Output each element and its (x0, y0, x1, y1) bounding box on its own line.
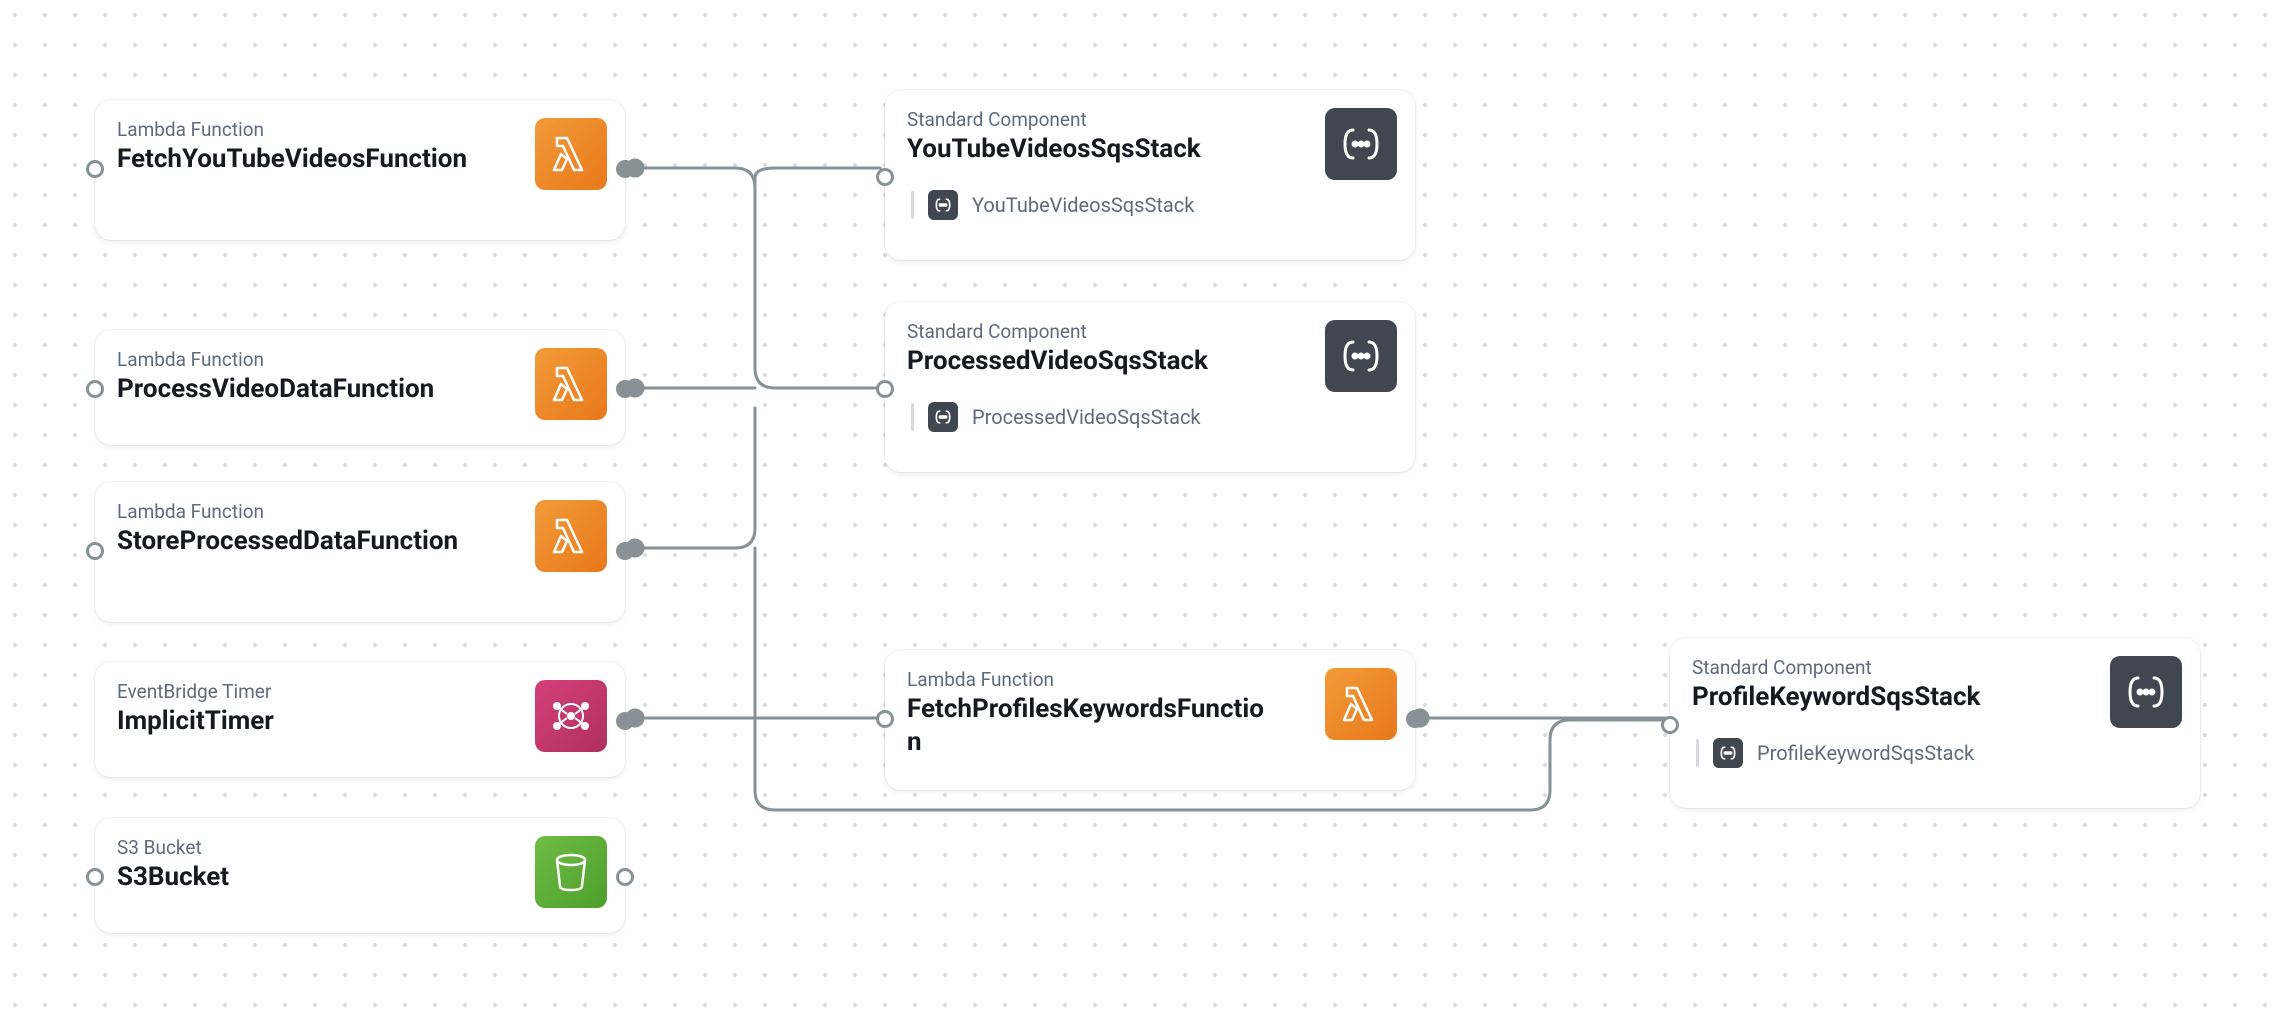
node-title: FetchYouTubeVideosFunction (117, 143, 487, 176)
node-processed-video-sqs-stack[interactable]: Standard Component ProcessedVideoSqsStac… (885, 302, 1415, 472)
s3-icon (535, 836, 607, 908)
node-title: ImplicitTimer (117, 705, 487, 738)
node-title: S3Bucket (117, 861, 487, 894)
node-s3-bucket[interactable]: S3 Bucket S3Bucket (95, 818, 625, 933)
node-process-video-data[interactable]: Lambda Function ProcessVideoDataFunction (95, 330, 625, 445)
node-type-label: Standard Component (907, 320, 1393, 343)
standard-component-icon (1325, 108, 1397, 180)
node-title: ProcessVideoDataFunction (117, 373, 487, 406)
sub-component: ProcessedVideoSqsStack (907, 402, 1393, 432)
node-type-label: Standard Component (907, 108, 1393, 131)
node-implicit-timer[interactable]: EventBridge Timer ImplicitTimer (95, 662, 625, 777)
standard-component-icon (928, 190, 958, 220)
node-title: ProfileKeywordSqsStack (1692, 681, 2062, 714)
sub-label: ProfileKeywordSqsStack (1757, 741, 1974, 765)
input-port[interactable] (86, 380, 104, 398)
node-youtube-sqs-stack[interactable]: Standard Component YouTubeVideosSqsStack… (885, 90, 1415, 260)
lambda-icon (535, 118, 607, 190)
output-port[interactable] (616, 380, 634, 398)
sub-label: ProcessedVideoSqsStack (972, 405, 1201, 429)
output-port[interactable] (616, 542, 634, 560)
output-port[interactable] (616, 160, 634, 178)
node-type-label: Lambda Function (117, 500, 603, 523)
node-type-label: Standard Component (1692, 656, 2178, 679)
input-port[interactable] (876, 380, 894, 398)
input-port[interactable] (1661, 716, 1679, 734)
output-port[interactable] (616, 712, 634, 730)
input-port[interactable] (86, 160, 104, 178)
node-profile-keyword-sqs-stack[interactable]: Standard Component ProfileKeywordSqsStac… (1670, 638, 2200, 808)
node-type-label: Lambda Function (117, 348, 603, 371)
lambda-icon (1325, 668, 1397, 740)
node-type-label: Lambda Function (907, 668, 1393, 691)
lambda-icon (535, 348, 607, 420)
node-title: YouTubeVideosSqsStack (907, 133, 1277, 166)
node-type-label: Lambda Function (117, 118, 603, 141)
input-port[interactable] (86, 542, 104, 560)
node-type-label: EventBridge Timer (117, 680, 603, 703)
node-title: ProcessedVideoSqsStack (907, 345, 1277, 378)
sub-label: YouTubeVideosSqsStack (972, 193, 1194, 217)
standard-component-icon (1713, 738, 1743, 768)
sub-component: YouTubeVideosSqsStack (907, 190, 1393, 220)
output-port[interactable] (616, 868, 634, 886)
node-store-processed-data[interactable]: Lambda Function StoreProcessedDataFuncti… (95, 482, 625, 622)
standard-component-icon (2110, 656, 2182, 728)
lambda-icon (535, 500, 607, 572)
node-title: StoreProcessedDataFunction (117, 525, 487, 558)
input-port[interactable] (86, 868, 104, 886)
standard-component-icon (928, 402, 958, 432)
eventbridge-icon (535, 680, 607, 752)
standard-component-icon (1325, 320, 1397, 392)
node-type-label: S3 Bucket (117, 836, 603, 859)
node-title: FetchProfilesKeywordsFunction (907, 693, 1277, 758)
output-port[interactable] (1406, 710, 1424, 728)
node-fetch-profiles-keywords[interactable]: Lambda Function FetchProfilesKeywordsFun… (885, 650, 1415, 790)
input-port[interactable] (876, 710, 894, 728)
sub-component: ProfileKeywordSqsStack (1692, 738, 2178, 768)
node-fetch-youtube-videos[interactable]: Lambda Function FetchYouTubeVideosFuncti… (95, 100, 625, 240)
input-port[interactable] (876, 168, 894, 186)
